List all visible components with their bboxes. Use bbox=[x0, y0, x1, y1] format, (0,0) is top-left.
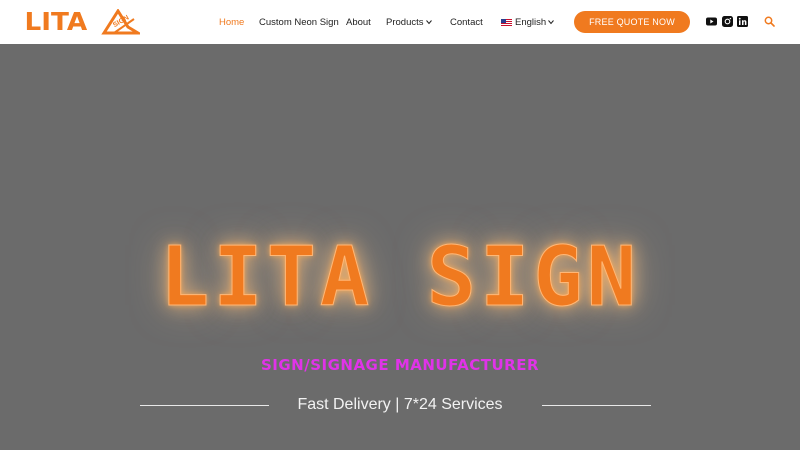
nav-about[interactable]: About bbox=[346, 0, 371, 44]
us-flag-icon bbox=[501, 18, 512, 26]
nav-products-label: Products bbox=[386, 16, 424, 28]
search-icon[interactable] bbox=[764, 16, 775, 27]
nav-custom-neon-sign[interactable]: Custom Neon Sign bbox=[259, 0, 339, 44]
hero-tagline: Fast Delivery | 7*24 Services bbox=[297, 396, 503, 413]
language-selector[interactable]: English bbox=[501, 0, 555, 44]
youtube-icon[interactable] bbox=[706, 16, 717, 27]
instagram-icon[interactable] bbox=[722, 16, 733, 27]
linkedin-icon[interactable] bbox=[737, 16, 748, 27]
hero-divider-right bbox=[542, 405, 651, 406]
free-quote-button[interactable]: FREE QUOTE NOW bbox=[574, 11, 690, 33]
site-logo[interactable]: LITA SIGN bbox=[24, 7, 140, 36]
language-label: English bbox=[515, 16, 547, 28]
logo-text: LITA bbox=[24, 7, 88, 36]
nav-contact[interactable]: Contact bbox=[450, 0, 483, 44]
site-header: LITA SIGN Home Custom Neon Sign About Pr… bbox=[0, 0, 800, 44]
nav-home[interactable]: Home bbox=[219, 0, 244, 44]
hero-subtitle: SIGN/SIGNAGE MANUFACTURER bbox=[260, 356, 540, 374]
chevron-down-icon bbox=[425, 19, 432, 25]
chevron-down-icon bbox=[548, 19, 555, 25]
nav-products[interactable]: Products bbox=[386, 0, 432, 44]
hero-title: LITA SIGN bbox=[159, 230, 641, 326]
